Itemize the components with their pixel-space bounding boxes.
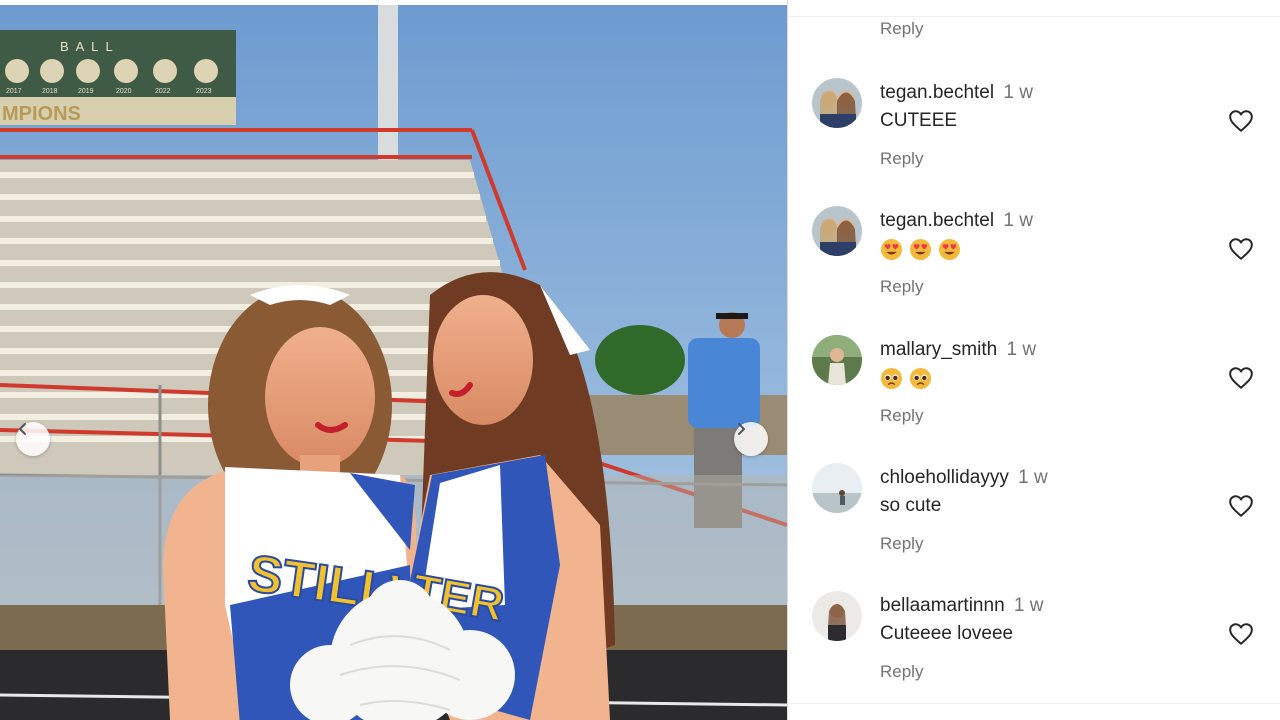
reply-button[interactable]: Reply (880, 277, 923, 297)
scoreboard-year: 2018 (42, 88, 58, 95)
avatar[interactable] (812, 335, 862, 385)
comment-username[interactable]: tegan.bechtel (880, 210, 994, 231)
avatar-photo-icon (812, 206, 862, 256)
reply-button[interactable]: Reply (880, 406, 923, 426)
comment-timestamp[interactable]: 1 w (1003, 210, 1033, 231)
heart-eyes-emoji (909, 238, 932, 261)
scoreboard-year: 2020 (116, 88, 132, 95)
avatar-photo-icon (812, 591, 862, 641)
divider (788, 16, 1280, 17)
avatar[interactable] (812, 591, 862, 641)
next-photo-button[interactable] (734, 422, 768, 456)
reply-button[interactable]: Reply (880, 534, 923, 554)
comment-header: tegan.bechtel 1 w (880, 210, 1033, 232)
heart-outline-icon[interactable] (1228, 109, 1254, 133)
pleading-face-emoji (880, 367, 903, 390)
heart-outline-icon[interactable] (1228, 494, 1254, 518)
comment-timestamp[interactable]: 1 w (1003, 82, 1033, 103)
heart-outline-icon[interactable] (1228, 622, 1254, 646)
comment-username[interactable]: chloehollidayyy (880, 467, 1009, 488)
heart-outline-icon[interactable] (1228, 237, 1254, 261)
heart-eyes-emoji (938, 238, 961, 261)
comment-header: chloehollidayyy 1 w (880, 467, 1048, 489)
avatar[interactable] (812, 206, 862, 256)
tree (595, 325, 685, 395)
photo-illustration: B A L L 2017 2018 2019 2020 2022 2023 MP… (0, 5, 787, 720)
comment-username[interactable]: bellaamartinnn (880, 595, 1005, 616)
previous-photo-button[interactable] (16, 422, 50, 456)
post-viewer: B A L L 2017 2018 2019 2020 2022 2023 MP… (0, 0, 1280, 720)
comment-text (880, 367, 932, 396)
comment-timestamp[interactable]: 1 w (1006, 339, 1036, 360)
avatar-photo-icon (812, 335, 862, 385)
divider (788, 703, 1280, 704)
scoreboard-banner: MPIONS (2, 103, 81, 125)
reply-button[interactable]: Reply (880, 19, 923, 39)
reply-button[interactable]: Reply (880, 149, 923, 169)
post-photo[interactable]: B A L L 2017 2018 2019 2020 2022 2023 MP… (0, 5, 787, 720)
avatar-photo-icon (812, 463, 862, 513)
comment-header: bellaamartinnn 1 w (880, 595, 1044, 617)
comment-timestamp[interactable]: 1 w (1014, 595, 1044, 616)
comment-text: Cuteeee loveee (880, 623, 1014, 644)
comment-text: so cute (880, 495, 942, 516)
comment-item: tegan.bechtel 1 w Reply (788, 206, 1280, 316)
avatar[interactable] (812, 463, 862, 513)
heart-outline-icon[interactable] (1228, 366, 1254, 390)
scoreboard-letters: B A L L (60, 39, 115, 54)
comment-item: mallary_smith 1 w Reply (788, 335, 1280, 445)
comment-item: chloehollidayyy 1 w so cute Reply (788, 463, 1280, 573)
comment-text: CUTEEE (880, 110, 958, 131)
avatar[interactable] (812, 78, 862, 128)
scoreboard-year: 2017 (6, 88, 22, 95)
emoji-row (880, 367, 932, 390)
pleading-face-emoji (909, 367, 932, 390)
comment-header: mallary_smith 1 w (880, 339, 1036, 361)
chevron-left-icon (19, 423, 26, 435)
comment-timestamp[interactable]: 1 w (1018, 467, 1048, 488)
comment-item: bellaamartinnn 1 w Cuteeee loveee Reply (788, 591, 1280, 701)
scoreboard-year: 2019 (78, 88, 94, 95)
emoji-row (880, 238, 961, 261)
comment-username[interactable]: tegan.bechtel (880, 82, 994, 103)
scoreboard-year: 2022 (155, 88, 171, 95)
comments-panel[interactable]: Reply tegan.bechtel 1 w CUTEEE Reply teg… (788, 0, 1280, 720)
chevron-right-icon (738, 423, 745, 435)
comment-text (880, 238, 961, 267)
comment-username[interactable]: mallary_smith (880, 339, 997, 360)
scoreboard-year: 2023 (196, 88, 212, 95)
scoreboard: B A L L 2017 2018 2019 2020 2022 2023 MP… (0, 30, 236, 125)
avatar-photo-icon (812, 78, 862, 128)
light-pole (378, 5, 398, 165)
comment-item: tegan.bechtel 1 w CUTEEE Reply (788, 78, 1280, 188)
comment-header: tegan.bechtel 1 w (880, 82, 1033, 104)
heart-eyes-emoji (880, 238, 903, 261)
reply-button[interactable]: Reply (880, 662, 923, 682)
